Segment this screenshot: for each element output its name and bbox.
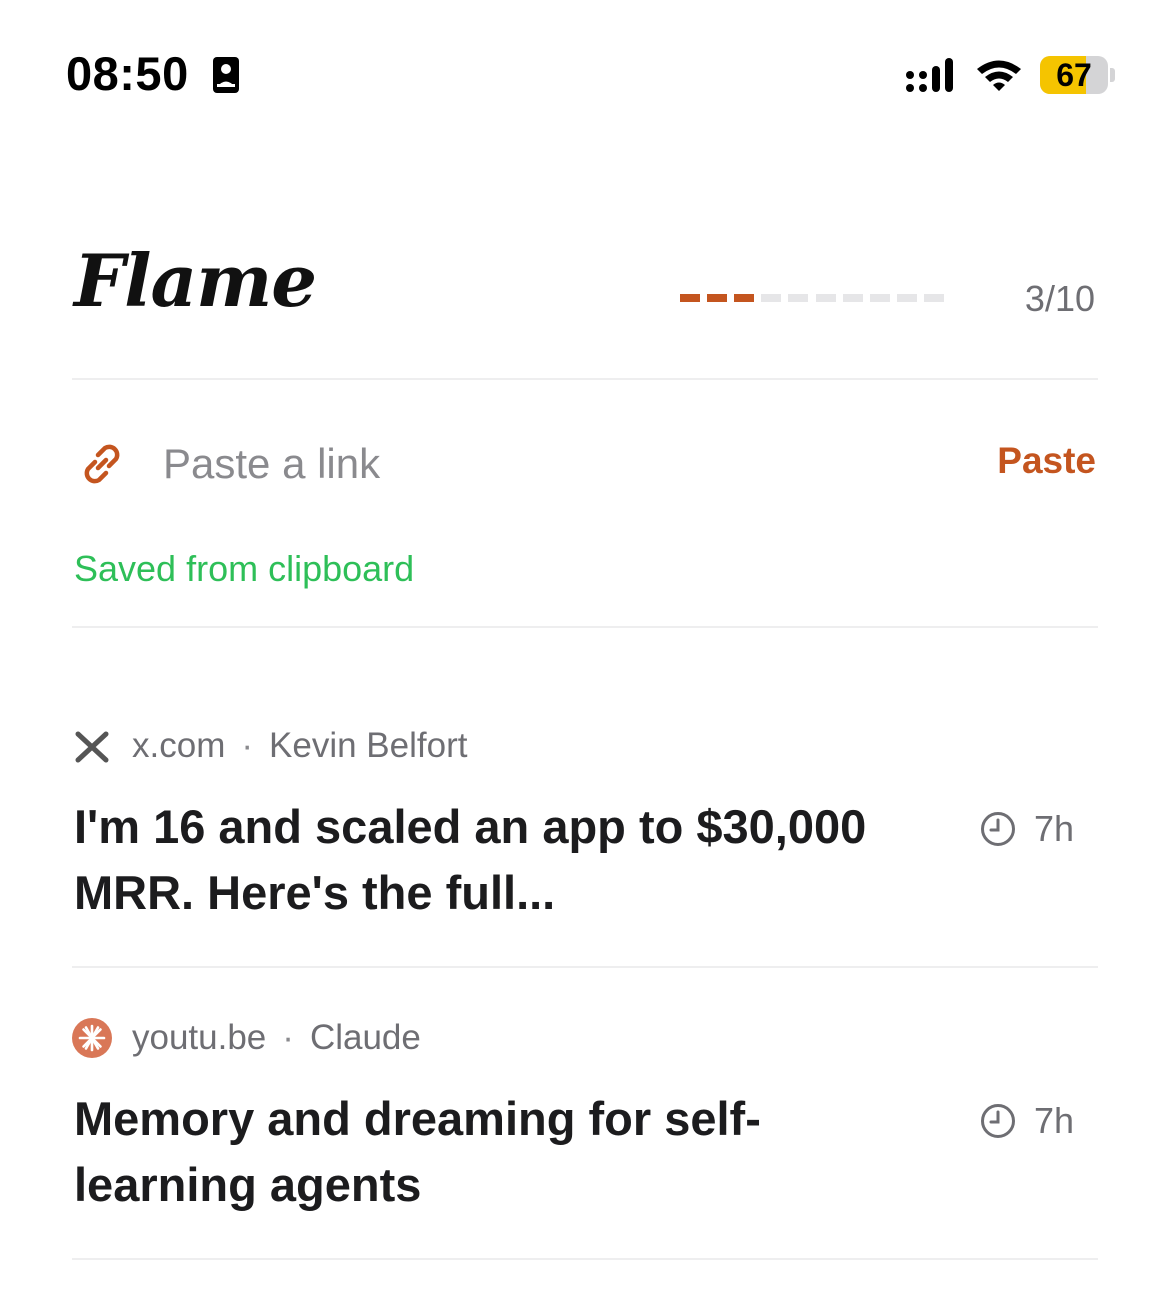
link-icon [84,444,120,484]
feed-item[interactable]: x.com · Kevin Belfort I'm 16 and scaled … [72,724,1098,924]
progress-segment-empty [869,294,890,302]
feed-divider [72,1258,1098,1260]
contact-card-icon [213,57,239,93]
source-separator: · [282,1018,294,1057]
status-time: 08:50 [66,47,189,100]
progress-segment-filled [680,294,700,302]
progress-indicator [680,294,944,302]
item-title: Memory and dreaming for self-learning ag… [74,1092,761,1211]
source-author: Claude [309,1018,421,1057]
progress-count: 3/10 [1024,278,1095,319]
item-title: I'm 16 and scaled an app to $30,000 MRR.… [74,800,867,919]
progress-segment-empty [788,294,809,302]
source-author: Kevin Belfort [269,726,468,765]
source-row: youtu.be · Claude [72,1016,421,1060]
progress-segment-filled [734,294,755,302]
item-age: 7h [980,1100,1074,1142]
source-separator: · [241,726,254,765]
progress-segment-empty [924,294,944,302]
battery-percent: 67 [1056,57,1092,93]
clock-icon [980,1104,1015,1138]
item-age: 7h [980,808,1074,850]
paste-button[interactable]: Paste [997,440,1096,482]
item-age-label: 7h [1033,808,1074,849]
progress-segment-empty [761,294,782,302]
app-title: Flame [74,238,317,323]
battery-nub [1110,68,1115,82]
status-bar: 08:50 67 [0,0,1170,150]
source-row: x.com · Kevin Belfort [72,724,467,768]
source-domain: x.com [132,726,226,765]
paste-divider [72,626,1098,628]
progress-segment-empty [842,294,863,302]
claude-logo-icon [72,1018,112,1058]
item-age-label: 7h [1033,1100,1074,1141]
battery-body: 67 [1040,56,1108,94]
feed-divider [72,966,1098,968]
clipboard-status: Saved from clipboard [74,548,415,589]
clock-icon [980,812,1015,846]
feed-item[interactable]: youtu.be · Claude Memory and dreaming fo… [72,1016,1098,1216]
paste-link-input[interactable] [163,434,943,494]
x-logo-icon [75,731,109,763]
cellular-signal-icon [906,58,953,92]
progress-segment-filled [707,294,728,302]
source-domain: youtu.be [132,1018,267,1057]
progress-segment-empty [815,294,836,302]
progress-segment-empty [896,294,917,302]
battery-indicator: 67 [1040,56,1116,94]
header-divider [72,378,1098,380]
wifi-icon [977,60,1021,91]
